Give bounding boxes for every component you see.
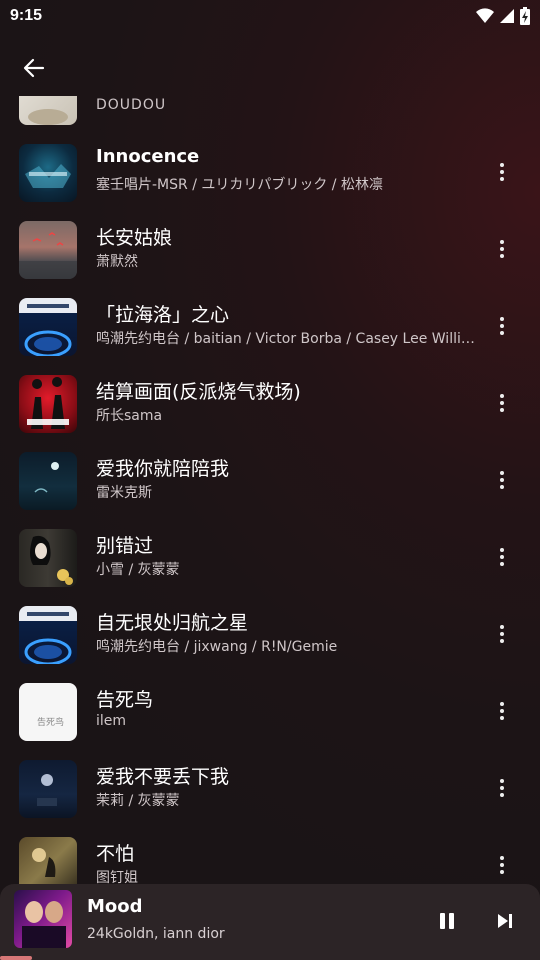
song-list[interactable]: DOUDOU Innocence 塞壬唱片-MSR / ユリカリパブリック / …: [0, 96, 540, 886]
playback-progress-fill: [0, 956, 33, 960]
more-vertical-icon: [500, 240, 504, 244]
song-artist: 小雪 / 灰蒙蒙: [96, 562, 180, 578]
album-cover: [19, 606, 77, 664]
more-vertical-icon: [500, 548, 504, 552]
more-options-button[interactable]: [488, 774, 516, 802]
battery-icon: [520, 7, 530, 25]
more-options-button[interactable]: [488, 620, 516, 648]
list-item[interactable]: 结算画面(反派烧气救场) 所长sama: [0, 365, 540, 442]
more-options-button[interactable]: [488, 543, 516, 571]
more-vertical-icon: [500, 856, 504, 860]
album-cover: [19, 96, 77, 125]
now-playing-cover: [14, 890, 72, 948]
list-item[interactable]: 「拉海洛」之心 鸣潮先约电台 / baitian / Victor Borba …: [0, 288, 540, 365]
list-item[interactable]: Innocence 塞壬唱片-MSR / ユリカリパブリック / 松林凛: [0, 134, 540, 211]
list-item[interactable]: 爱我不要丢下我 茉莉 / 灰蒙蒙: [0, 750, 540, 827]
song-artist: 雷米克斯: [96, 485, 152, 501]
list-item[interactable]: 告死鸟 告死鸟 ilem: [0, 673, 540, 750]
album-cover: [19, 452, 77, 510]
cell-signal-icon: [500, 9, 514, 23]
song-title: 别错过: [96, 535, 154, 557]
more-options-button[interactable]: [488, 389, 516, 417]
next-track-button[interactable]: [490, 906, 520, 936]
more-options-button[interactable]: [488, 235, 516, 263]
status-icons: [476, 7, 530, 25]
list-item[interactable]: 长安姑娘 萧默然: [0, 211, 540, 288]
album-cover: [19, 375, 77, 433]
wifi-icon: [476, 8, 494, 23]
more-vertical-icon: [500, 163, 504, 167]
now-playing-title: Mood: [87, 896, 143, 917]
song-artist: ilem: [96, 713, 127, 729]
more-vertical-icon: [500, 779, 504, 783]
list-item[interactable]: 自无垠处归航之星 鸣潮先约电台 / jixwang / R!N/Gemie: [0, 596, 540, 673]
song-title: 「拉海洛」之心: [96, 304, 230, 326]
back-button[interactable]: [14, 48, 54, 88]
song-artist: 鸣潮先约电台 / baitian / Victor Borba / Casey …: [96, 331, 476, 347]
more-options-button[interactable]: [488, 158, 516, 186]
album-cover: [19, 529, 77, 587]
pause-icon: [440, 913, 454, 929]
song-artist: 鸣潮先约电台 / jixwang / R!N/Gemie: [96, 639, 338, 655]
song-artist: 萧默然: [96, 254, 138, 270]
song-title: 爱我不要丢下我: [96, 766, 230, 788]
more-options-button[interactable]: [488, 851, 516, 879]
list-item[interactable]: 不怕 图钉姐: [0, 827, 540, 886]
song-title: Innocence: [96, 146, 200, 167]
song-artist: 所长sama: [96, 408, 163, 424]
more-vertical-icon: [500, 702, 504, 706]
more-vertical-icon: [500, 394, 504, 398]
list-item[interactable]: DOUDOU: [0, 96, 540, 134]
song-artist: DOUDOU: [96, 97, 167, 113]
album-cover: [19, 298, 77, 356]
cover-label: 告死鸟: [37, 718, 65, 728]
top-bar: [0, 40, 540, 96]
status-time: 9:15: [10, 7, 43, 24]
more-options-button[interactable]: [488, 466, 516, 494]
arrow-left-icon: [23, 58, 45, 78]
album-cover: [19, 144, 77, 202]
song-title: 告死鸟: [96, 689, 154, 711]
more-vertical-icon: [500, 625, 504, 629]
song-artist: 塞壬唱片-MSR / ユリカリパブリック / 松林凛: [96, 177, 383, 193]
more-options-button[interactable]: [488, 697, 516, 725]
more-vertical-icon: [500, 317, 504, 321]
album-cover: [19, 760, 77, 818]
status-bar: 9:15: [0, 0, 540, 32]
song-title: 爱我你就陪陪我: [96, 458, 230, 480]
pause-button[interactable]: [432, 906, 462, 936]
more-options-button[interactable]: [488, 312, 516, 340]
album-cover: [19, 221, 77, 279]
now-playing-artist: 24kGoldn, iann dior: [87, 926, 225, 942]
album-cover: [19, 837, 77, 886]
song-title: 不怕: [96, 843, 135, 865]
song-artist: 茉莉 / 灰蒙蒙: [96, 793, 180, 809]
list-item[interactable]: 爱我你就陪陪我 雷米克斯: [0, 442, 540, 519]
mini-player[interactable]: Mood 24kGoldn, iann dior: [0, 884, 540, 960]
album-cover: 告死鸟: [19, 683, 77, 741]
playback-progress: [0, 956, 540, 960]
skip-next-icon: [498, 914, 512, 928]
more-vertical-icon: [500, 471, 504, 475]
song-title: 长安姑娘: [96, 227, 173, 249]
song-title: 结算画面(反派烧气救场): [96, 381, 301, 403]
song-title: 自无垠处归航之星: [96, 612, 249, 634]
list-item[interactable]: 别错过 小雪 / 灰蒙蒙: [0, 519, 540, 596]
